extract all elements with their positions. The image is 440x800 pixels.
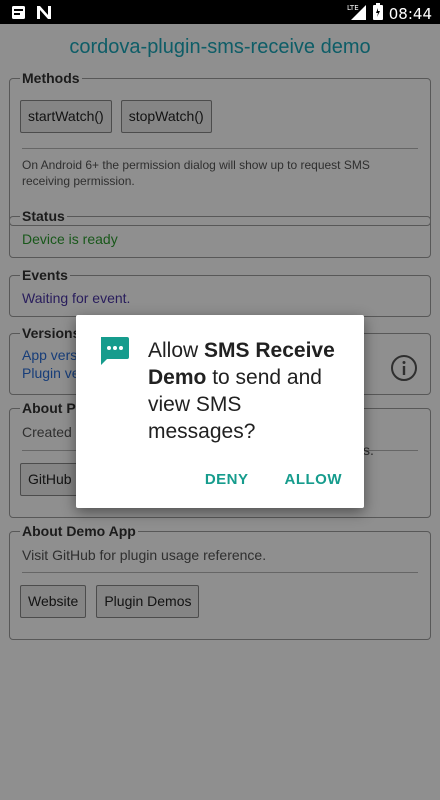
status-bar: LTE 08:44 <box>0 0 440 24</box>
allow-button[interactable]: ALLOW <box>285 471 342 488</box>
n-logo-icon <box>36 4 52 20</box>
permission-dialog: Allow SMS Receive Demo to send and view … <box>76 315 364 508</box>
dialog-message-prefix: Allow <box>148 339 205 362</box>
system-indicators: LTE 08:44 <box>347 2 432 25</box>
dialog-message: Allow SMS Receive Demo to send and view … <box>148 337 354 445</box>
svg-text:LTE: LTE <box>347 4 359 12</box>
dialog-actions: DENY ALLOW <box>205 471 342 488</box>
notification-card-icon <box>10 4 26 20</box>
clock: 08:44 <box>388 4 432 23</box>
sms-message-icon <box>98 335 130 372</box>
deny-button[interactable]: DENY <box>205 471 249 488</box>
battery-icon <box>372 2 383 25</box>
notification-icons <box>10 4 52 20</box>
lte-icon: LTE <box>347 2 367 25</box>
